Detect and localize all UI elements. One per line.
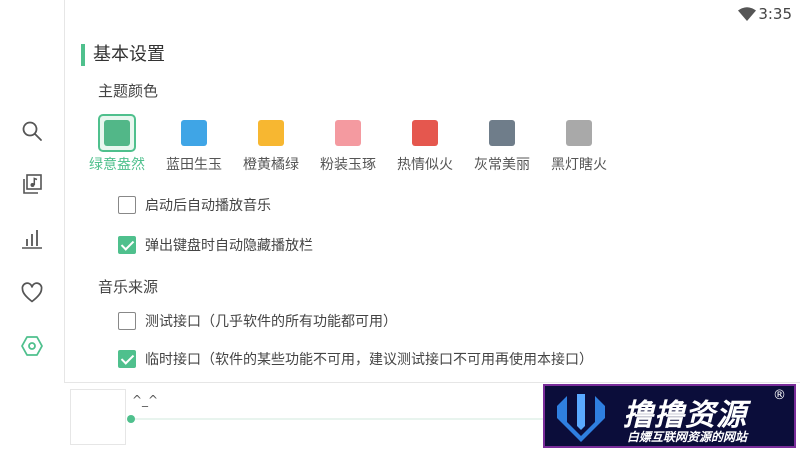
source-temp-label: 临时接口（软件的某些功能不可用，建议测试接口不可用再使用本接口） <box>145 352 593 368</box>
theme-swatch <box>181 120 207 146</box>
music-source-heading: 音乐来源 <box>98 278 159 296</box>
music-library-icon[interactable] <box>20 172 44 196</box>
chart-icon[interactable] <box>20 227 44 251</box>
player-title: ^_^ <box>132 393 159 407</box>
hide-playbar-checkbox[interactable] <box>118 236 136 254</box>
theme-swatch <box>104 120 130 146</box>
watermark-registered-mark: ® <box>773 388 786 403</box>
autoplay-checkbox[interactable] <box>118 196 136 214</box>
theme-option-gray[interactable]: 灰常美丽 <box>472 114 532 174</box>
settings-icon[interactable] <box>20 334 44 358</box>
theme-swatch <box>489 120 515 146</box>
theme-label: 蓝田生玉 <box>166 157 222 173</box>
settings-panel: 基本设置 主题颜色 绿意盎然 蓝田生玉 橙黄橘绿 粉装玉琢 热情似火 灰常美丽 … <box>64 28 800 382</box>
theme-label: 灰常美丽 <box>474 157 530 173</box>
sidebar-nav <box>0 0 65 450</box>
watermark-emblem-icon <box>557 394 605 442</box>
wifi-icon <box>738 6 756 21</box>
progress-handle[interactable] <box>127 415 135 423</box>
status-bar: 3:35 <box>0 0 800 28</box>
theme-label: 黑灯瞎火 <box>551 157 607 173</box>
theme-label: 绿意盎然 <box>89 157 145 173</box>
theme-swatch-frame <box>329 114 367 152</box>
status-time: 3:35 <box>758 5 792 23</box>
theme-swatch-frame <box>560 114 598 152</box>
theme-color-heading: 主题颜色 <box>98 82 159 100</box>
theme-label: 热情似火 <box>397 157 453 173</box>
watermark-logo: 撸撸资源 ® 白嫖互联网资源的网站 <box>543 384 796 448</box>
theme-option-orange[interactable]: 橙黄橘绿 <box>241 114 301 174</box>
theme-option-green[interactable]: 绿意盎然 <box>87 114 147 174</box>
album-cover[interactable] <box>70 389 126 445</box>
theme-swatch <box>258 120 284 146</box>
search-icon[interactable] <box>20 119 44 143</box>
page-title: 基本设置 <box>93 44 165 65</box>
heart-icon[interactable] <box>20 281 44 305</box>
theme-swatch <box>566 120 592 146</box>
source-temp-checkbox[interactable] <box>118 350 136 368</box>
theme-label: 粉装玉琢 <box>320 157 376 173</box>
watermark-subtitle: 白嫖互联网资源的网站 <box>627 430 748 444</box>
source-test-label: 测试接口（几乎软件的所有功能都可用） <box>145 314 397 330</box>
theme-swatch-frame <box>175 114 213 152</box>
theme-label: 橙黄橘绿 <box>243 157 299 173</box>
progress-track[interactable] <box>130 418 600 420</box>
theme-option-pink[interactable]: 粉装玉琢 <box>318 114 378 174</box>
theme-swatch-frame <box>406 114 444 152</box>
theme-option-blue[interactable]: 蓝田生玉 <box>164 114 224 174</box>
theme-option-dark[interactable]: 黑灯瞎火 <box>549 114 609 174</box>
theme-swatch-frame <box>483 114 521 152</box>
theme-swatch <box>412 120 438 146</box>
theme-swatch <box>335 120 361 146</box>
theme-swatch-frame <box>252 114 290 152</box>
autoplay-label: 启动后自动播放音乐 <box>145 198 271 214</box>
source-test-checkbox[interactable] <box>118 312 136 330</box>
section-accent-bar <box>81 44 85 66</box>
hide-playbar-label: 弹出键盘时自动隐藏播放栏 <box>145 238 313 254</box>
theme-swatch-frame <box>98 114 136 152</box>
theme-option-red[interactable]: 热情似火 <box>395 114 455 174</box>
